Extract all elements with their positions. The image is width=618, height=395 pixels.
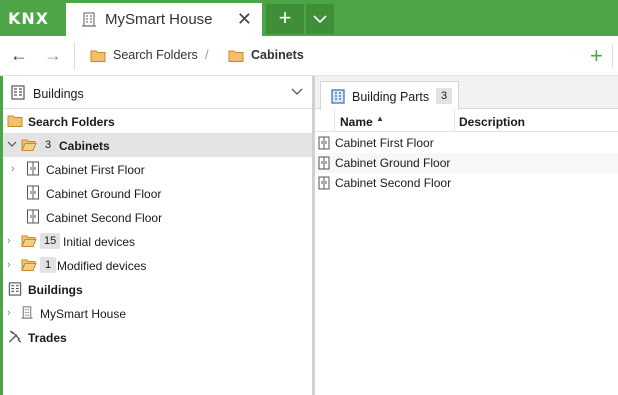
tree-item-label: Cabinet Ground Floor	[46, 187, 162, 201]
tree-item-label: Cabinets	[59, 139, 110, 153]
folder-icon	[7, 115, 23, 127]
chevron-right-icon[interactable]: ›	[11, 163, 15, 175]
row-name: Cabinet First Floor	[335, 136, 434, 150]
chevron-right-icon[interactable]: ›	[7, 259, 11, 271]
folder-open-icon	[21, 259, 37, 271]
add-button[interactable]: +	[590, 43, 603, 69]
tree-item-cabinet-ground-floor[interactable]: Cabinet Ground Floor	[3, 181, 312, 205]
cabinet-icon	[27, 185, 39, 200]
toolbar-divider	[74, 42, 75, 70]
knx-logo: KNX	[8, 9, 50, 28]
tree-item-search-folders[interactable]: Search Folders	[3, 109, 312, 133]
tree-item-label: Buildings	[28, 283, 83, 297]
tree-item-label: Trades	[28, 331, 67, 345]
tree-item-label: Initial devices	[63, 235, 136, 249]
toolbar-overflow	[612, 44, 618, 68]
chevron-down-icon	[291, 88, 303, 95]
building-icon	[82, 12, 96, 27]
sort-ascending-icon: ▲	[376, 114, 384, 123]
tree-item-trades[interactable]: Trades	[3, 325, 312, 349]
chevron-expanded-icon[interactable]	[7, 141, 17, 149]
tools-icon	[8, 330, 22, 343]
folder-icon	[228, 50, 244, 62]
count-badge: 3	[436, 88, 452, 104]
tree-item-cabinet-second-floor[interactable]: Cabinet Second Floor	[3, 205, 312, 229]
tree-item-cabinet-first-floor[interactable]: › Cabinet First Floor	[3, 157, 312, 181]
folder-icon	[90, 50, 106, 62]
count-badge: 3	[40, 137, 56, 153]
row-name: Cabinet Ground Floor	[335, 156, 451, 170]
grid-header-icon-column	[315, 110, 335, 132]
grid-header: Name ▲ Description	[315, 110, 618, 132]
right-tab-strip: Building Parts 3	[315, 76, 618, 110]
new-tab-button[interactable]: +	[266, 4, 304, 34]
toolbar: ← → Search Folders / Cabinets +	[0, 36, 618, 76]
column-header-label: Name	[340, 115, 373, 129]
row-name: Cabinet Second Floor	[335, 176, 452, 190]
panel-selector-label: Buildings	[33, 87, 84, 101]
count-badge: 15	[40, 233, 61, 249]
tree-item-label: Modified devices	[57, 259, 147, 273]
tab-title: MySmart House	[105, 11, 213, 28]
cabinet-icon	[318, 176, 330, 190]
column-header-label: Description	[459, 115, 526, 129]
building-parts-icon	[331, 89, 345, 104]
folder-open-icon	[21, 139, 37, 151]
building-icon	[8, 282, 22, 296]
chevron-down-icon	[313, 15, 327, 24]
back-button[interactable]: ←	[10, 45, 28, 66]
folder-open-icon	[21, 235, 37, 247]
tree-item-mysmart-house[interactable]: › MySmart House	[3, 301, 312, 325]
table-row[interactable]: Cabinet First Floor	[315, 133, 618, 153]
tree-item-label: Cabinet First Floor	[46, 163, 145, 177]
table-row[interactable]: Cabinet Second Floor	[315, 173, 618, 193]
building-icon	[11, 85, 25, 100]
tree-item-label: MySmart House	[40, 307, 127, 321]
table-row[interactable]: Cabinet Ground Floor	[315, 153, 618, 173]
tab-dropdown-button[interactable]	[306, 4, 334, 34]
tree-item-cabinets[interactable]: 3 Cabinets	[3, 133, 312, 157]
breadcrumb-separator: /	[205, 47, 209, 62]
cabinet-icon	[318, 136, 330, 150]
building-icon	[21, 306, 33, 319]
breadcrumb-cabinets[interactable]: Cabinets	[251, 48, 304, 62]
count-badge: 1	[40, 257, 56, 273]
chevron-right-icon[interactable]: ›	[7, 235, 11, 247]
tree-item-buildings[interactable]: Buildings	[3, 277, 312, 301]
panel-selector[interactable]: Buildings	[3, 76, 312, 109]
tab-label: Building Parts	[352, 90, 430, 104]
title-bar: KNX MySmart House ✕ +	[0, 0, 618, 36]
tab-mysmart-house[interactable]: MySmart House ✕	[66, 3, 262, 36]
left-panel: Buildings Search Folders 3 Cabinets › Ca…	[3, 76, 312, 395]
tree-item-label: Search Folders	[28, 115, 115, 129]
forward-button[interactable]: →	[44, 45, 62, 66]
tree-item-modified-devices[interactable]: › 1 Modified devices	[3, 253, 312, 277]
cabinet-icon	[27, 161, 39, 176]
cabinet-icon	[27, 209, 39, 224]
tree-item-initial-devices[interactable]: › 15 Initial devices	[3, 229, 312, 253]
column-header-name[interactable]: Name ▲	[335, 110, 455, 132]
cabinet-icon	[318, 156, 330, 170]
breadcrumb-search-folders[interactable]: Search Folders	[113, 48, 198, 62]
column-header-description[interactable]: Description	[456, 110, 618, 132]
tab-building-parts[interactable]: Building Parts 3	[320, 81, 459, 110]
chevron-right-icon[interactable]: ›	[7, 307, 11, 319]
tree-item-label: Cabinet Second Floor	[46, 211, 163, 225]
right-panel: Building Parts 3 Name ▲ Description Cabi…	[315, 76, 618, 395]
close-tab-button[interactable]: ✕	[237, 7, 252, 31]
